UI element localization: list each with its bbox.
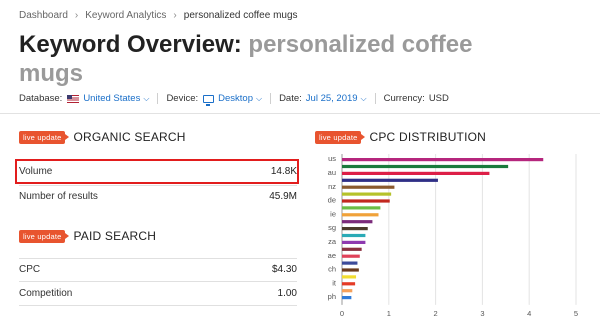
row-divider [19,281,297,282]
chart-x-tick-label: 1 [387,309,391,318]
chart-bar[interactable] [342,213,379,217]
competition-label: Competition [19,287,73,299]
chart-bar[interactable] [342,199,390,203]
chart-bar[interactable] [342,268,359,272]
chart-bar[interactable] [342,275,357,279]
date-label: Date: [279,93,302,104]
results-row: Number of results 45.9M [19,189,297,203]
chart-bar[interactable] [342,233,366,238]
chart-x-tick-label: 2 [434,309,438,318]
live-update-badge: live update [19,130,71,144]
chart-bar[interactable] [342,171,490,175]
database-value: United States [83,93,141,104]
chart-bar[interactable] [342,227,368,231]
date-value: Jul 25, 2019 [305,93,358,104]
device-selector[interactable]: Device: Desktop ⌵ [166,93,263,106]
chart-bar[interactable] [342,192,392,196]
database-label: Database: [19,93,63,104]
chart-category-label: au [328,168,336,177]
breadcrumb-dashboard[interactable]: Dashboard [19,10,68,21]
row-divider [19,305,297,306]
currency-label: Currency: [383,93,425,104]
chart-x-tick-label: 4 [527,309,531,318]
chart-bar[interactable] [342,240,366,244]
chart-category-label: de [328,196,336,205]
breadcrumb-chevron-icon: › [74,10,79,21]
chart-category-label: nz [328,182,336,191]
competition-value: 1.00 [277,287,297,299]
chevron-down-icon: ⌵ [255,93,263,103]
filter-divider [157,93,159,104]
results-value: 45.9M [269,190,297,202]
cpc-row: CPC $4.30 [19,262,297,276]
live-update-badge: live update [315,130,367,144]
filter-bar: Database: United States ⌵ Device: Deskto… [19,93,449,106]
organic-search-header: live update ORGANIC SEARCH [19,130,186,144]
filter-divider [374,93,376,104]
chart-category-label: ie [330,209,336,218]
volume-highlight-box [15,159,299,184]
chart-bar[interactable] [342,220,373,224]
date-selector[interactable]: Date: Jul 25, 2019 ⌵ [279,93,367,104]
chart-category-label: ph [328,292,336,301]
chart-x-tick-label: 5 [574,309,578,318]
chart-category-label: ch [328,265,336,274]
chart-bar[interactable] [342,164,509,169]
currency-value: USD [428,93,449,104]
currency-display: Currency: USD [384,93,449,104]
paid-search-header: live update PAID SEARCH [19,229,156,243]
chart-category-label: sg [328,223,336,232]
paid-search-title: PAID SEARCH [73,229,157,243]
breadcrumb: Dashboard › Keyword Analytics › personal… [19,10,298,21]
chart-bar[interactable] [342,254,360,258]
header-divider [0,113,600,114]
desktop-icon [203,94,215,106]
chart-category-label: za [328,237,337,246]
chart-bar[interactable] [342,282,356,286]
chart-x-tick-label: 3 [480,309,484,318]
chart-bar[interactable] [342,296,352,300]
breadcrumb-keyword-analytics[interactable]: Keyword Analytics [85,10,166,21]
breadcrumb-current: personalized coffee mugs [183,10,298,21]
chart-category-label: it [332,278,337,287]
cpc-value: $4.30 [271,263,297,275]
page-title-prefix: Keyword Overview: [19,31,242,58]
cpc-distribution-header: live update CPC DISTRIBUTION [315,130,486,144]
chart-bar[interactable] [342,289,353,293]
chart-x-tick-label: 0 [340,309,344,318]
breadcrumb-chevron-icon: › [173,10,177,21]
chart-bar[interactable] [342,178,438,182]
page-title: Keyword Overview: personalized coffee mu… [19,30,499,88]
chart-bar[interactable] [342,247,362,251]
chart-category-label: ae [328,251,336,260]
row-divider [19,258,297,259]
chart-bar[interactable] [342,206,381,210]
chevron-down-icon: ⌵ [360,93,367,103]
chart-bar[interactable] [342,261,358,265]
cpc-label: CPC [19,263,41,275]
us-flag-icon [67,94,80,103]
database-selector[interactable]: Database: United States ⌵ [19,93,149,104]
chart-category-label: us [328,154,336,163]
filter-divider [270,93,272,104]
live-update-badge: live update [19,229,71,243]
cpc-distribution-title: CPC DISTRIBUTION [369,130,487,144]
results-label: Number of results [19,190,98,202]
chart-bar[interactable] [342,158,544,162]
device-value: Desktop [218,93,253,104]
chart-bar[interactable] [342,185,395,189]
chevron-down-icon: ⌵ [143,93,150,103]
device-label: Device: [166,93,199,104]
cpc-distribution-chart: 0 1 2 3 4 5 us au nz de ie sg za ae ch it ph [328,154,578,318]
row-divider [19,185,297,186]
organic-search-title: ORGANIC SEARCH [73,130,186,144]
competition-row: Competition 1.00 [19,286,297,300]
